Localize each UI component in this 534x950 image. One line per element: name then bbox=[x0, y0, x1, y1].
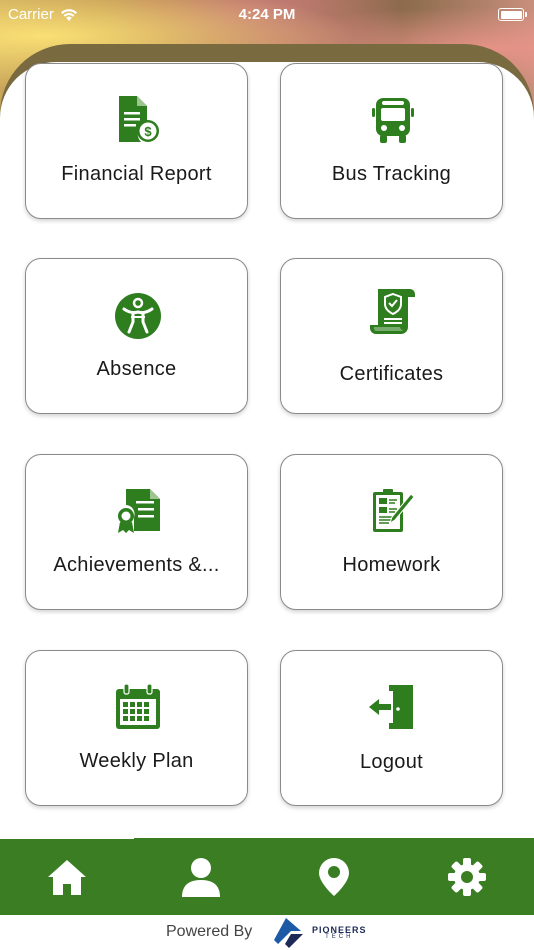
tile-weekly-plan[interactable]: Weekly Plan bbox=[25, 650, 248, 806]
location-pin-icon bbox=[319, 857, 349, 896]
tile-absence[interactable]: Absence bbox=[25, 258, 248, 414]
tile-label: Weekly Plan bbox=[79, 750, 194, 772]
profile-icon bbox=[182, 857, 220, 897]
tile-logout[interactable]: Logout bbox=[280, 650, 503, 806]
brand-name: PIONEERS bbox=[312, 925, 367, 935]
certificate-icon bbox=[281, 287, 504, 335]
svg-text:$: $ bbox=[144, 124, 152, 139]
calendar-icon bbox=[26, 683, 249, 731]
logout-icon bbox=[281, 683, 504, 731]
bus-icon bbox=[281, 96, 504, 144]
absence-icon bbox=[26, 292, 249, 340]
tile-label: Bus Tracking bbox=[331, 163, 452, 185]
home-icon bbox=[48, 859, 86, 895]
brand-logo-icon bbox=[274, 918, 303, 948]
status-time: 4:24 PM bbox=[238, 6, 296, 23]
tile-certificates[interactable]: Certificates bbox=[280, 258, 503, 414]
settings-gear-icon bbox=[448, 857, 486, 896]
tile-label: Absence bbox=[96, 358, 177, 380]
tile-homework[interactable]: Homework bbox=[280, 454, 503, 610]
footer: Powered By PIONEERS TECH bbox=[0, 915, 534, 950]
achievement-icon bbox=[26, 487, 249, 535]
nav-settings[interactable] bbox=[400, 838, 534, 915]
tile-bus-tracking[interactable]: Bus Tracking bbox=[280, 63, 503, 219]
homework-icon bbox=[281, 488, 504, 534]
tile-label: Financial Report bbox=[61, 163, 212, 185]
battery-icon bbox=[498, 8, 527, 21]
tile-achievements[interactable]: Achievements &... bbox=[25, 454, 248, 610]
nav-location[interactable] bbox=[267, 838, 401, 915]
status-bar: Carrier 4:24 PM bbox=[0, 0, 534, 30]
pioneers-tech-logo: PIONEERS TECH bbox=[272, 917, 367, 949]
financial-report-icon: $ bbox=[26, 94, 249, 144]
powered-by-label: Powered By bbox=[166, 923, 253, 940]
nav-profile[interactable] bbox=[134, 838, 268, 915]
tile-label: Homework bbox=[342, 554, 441, 576]
tile-financial-report[interactable]: $ Financial Report bbox=[25, 63, 248, 219]
tile-label: Achievements &... bbox=[53, 554, 220, 576]
tile-label: Logout bbox=[360, 751, 423, 773]
tile-label: Certificates bbox=[339, 363, 444, 385]
nav-home[interactable] bbox=[0, 838, 134, 915]
